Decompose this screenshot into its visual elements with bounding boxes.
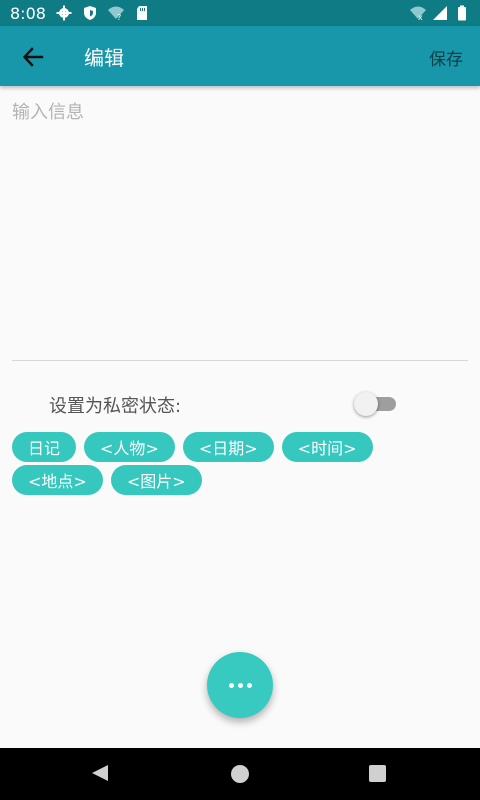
private-setting-label: 设置为私密状态: [49, 396, 182, 417]
tag-chip-location[interactable]: <地点> [12, 465, 103, 495]
tag-chip-group: 日记 <人物> <日期> <时间> <地点> <图片> [12, 432, 468, 495]
arrow-left-icon [22, 47, 44, 67]
private-toggle[interactable] [354, 392, 396, 416]
tag-chip-person[interactable]: <人物> [84, 432, 175, 462]
status-icons-left: ? [56, 5, 150, 21]
nav-back-icon[interactable] [92, 765, 108, 781]
gear-icon [56, 5, 72, 21]
more-dots-icon-dot [246, 682, 252, 688]
app-bar: 编辑 保存 [0, 26, 480, 86]
input-divider [12, 360, 468, 361]
nav-recents-icon[interactable] [369, 765, 386, 782]
svg-text:?: ? [117, 13, 121, 21]
back-button[interactable] [18, 42, 48, 72]
svg-text:x: x [418, 13, 423, 21]
tag-chip-diary[interactable]: 日记 [12, 432, 77, 462]
toggle-thumb [354, 392, 378, 416]
status-icons-right: x [410, 0, 470, 26]
tag-chip-picture[interactable]: <图片> [110, 465, 202, 495]
shield-icon [83, 6, 96, 20]
system-nav-bar [0, 748, 480, 800]
status-time: 8:08 [10, 3, 46, 23]
tag-chip-time[interactable]: <时间> [281, 432, 373, 462]
info-input[interactable]: 输入信息 [12, 98, 468, 358]
signal-icon [433, 6, 447, 20]
nav-home-icon[interactable] [231, 765, 249, 783]
page-title: 编辑 [84, 46, 124, 70]
more-dots-icon [228, 682, 234, 688]
wifi-off-icon: x [410, 6, 426, 21]
save-button[interactable]: 保存 [429, 45, 463, 70]
more-options-fab[interactable] [207, 652, 273, 718]
battery-icon [458, 5, 466, 21]
tag-chip-date[interactable]: <日期> [182, 432, 274, 462]
sd-card-icon [136, 6, 147, 20]
more-dots-icon-dot [237, 682, 243, 688]
status-bar: 8:08 ? x [0, 0, 480, 26]
wifi-question-icon: ? [107, 6, 124, 21]
